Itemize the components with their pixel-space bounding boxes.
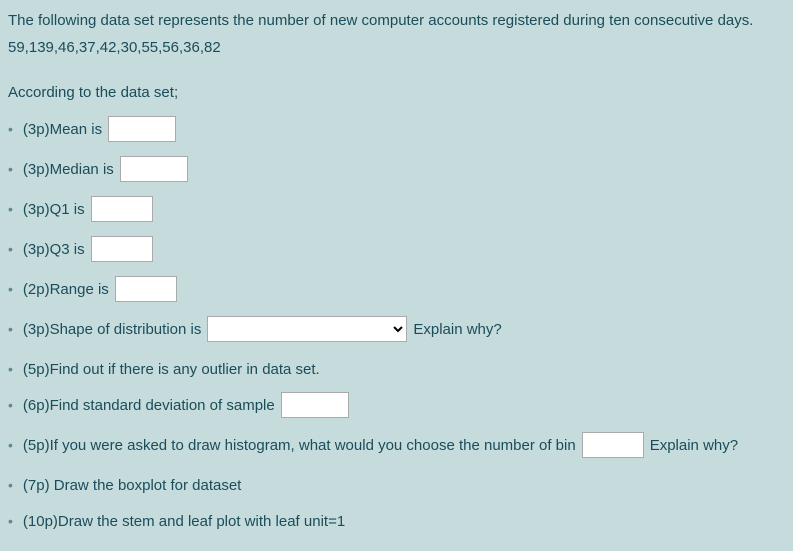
item-median: • (3p)Median is <box>8 155 785 183</box>
item-histogram: • (5p)If you were asked to draw histogra… <box>8 431 785 459</box>
item-stddev: • (6p)Find standard deviation of sample <box>8 391 785 419</box>
shape-label: (3p)Shape of distribution is <box>23 321 201 338</box>
histogram-explain-label: Explain why? <box>650 437 738 454</box>
intro-text: The following data set represents the nu… <box>8 10 785 31</box>
item-mean: • (3p)Mean is <box>8 115 785 143</box>
item-q3: • (3p)Q3 is <box>8 235 785 263</box>
median-label: (3p)Median is <box>23 161 114 178</box>
bullet-icon: • <box>8 478 13 492</box>
bullet-icon: • <box>8 202 13 216</box>
item-boxplot: • (7p) Draw the boxplot for dataset <box>8 471 785 499</box>
bullet-icon: • <box>8 162 13 176</box>
bullet-icon: • <box>8 322 13 336</box>
boxplot-label: (7p) Draw the boxplot for dataset <box>23 477 241 494</box>
item-q1: • (3p)Q1 is <box>8 195 785 223</box>
stddev-input[interactable] <box>281 392 349 418</box>
range-input[interactable] <box>115 276 177 302</box>
stemleaf-label: (10p)Draw the stem and leaf plot with le… <box>23 513 345 530</box>
bullet-icon: • <box>8 438 13 452</box>
bullet-icon: • <box>8 282 13 296</box>
bullet-icon: • <box>8 398 13 412</box>
stddev-label: (6p)Find standard deviation of sample <box>23 397 275 414</box>
shape-explain-label: Explain why? <box>413 321 501 338</box>
shape-select[interactable] <box>207 316 407 342</box>
q1-label: (3p)Q1 is <box>23 201 85 218</box>
bullet-icon: • <box>8 242 13 256</box>
data-values: 59,139,46,37,42,30,55,56,36,82 <box>8 39 785 56</box>
item-shape: • (3p)Shape of distribution is Explain w… <box>8 315 785 343</box>
q1-input[interactable] <box>91 196 153 222</box>
mean-label: (3p)Mean is <box>23 121 102 138</box>
outlier-label: (5p)Find out if there is any outlier in … <box>23 361 320 378</box>
prompt-text: According to the data set; <box>8 84 785 101</box>
question-list: • (3p)Mean is • (3p)Median is • (3p)Q1 i… <box>8 115 785 535</box>
bullet-icon: • <box>8 122 13 136</box>
bullet-icon: • <box>8 362 13 376</box>
q3-label: (3p)Q3 is <box>23 241 85 258</box>
range-label: (2p)Range is <box>23 281 109 298</box>
bullet-icon: • <box>8 514 13 528</box>
median-input[interactable] <box>120 156 188 182</box>
histogram-input[interactable] <box>582 432 644 458</box>
item-outlier: • (5p)Find out if there is any outlier i… <box>8 355 785 383</box>
histogram-label: (5p)If you were asked to draw histogram,… <box>23 437 576 454</box>
item-stemleaf: • (10p)Draw the stem and leaf plot with … <box>8 507 785 535</box>
item-range: • (2p)Range is <box>8 275 785 303</box>
q3-input[interactable] <box>91 236 153 262</box>
mean-input[interactable] <box>108 116 176 142</box>
